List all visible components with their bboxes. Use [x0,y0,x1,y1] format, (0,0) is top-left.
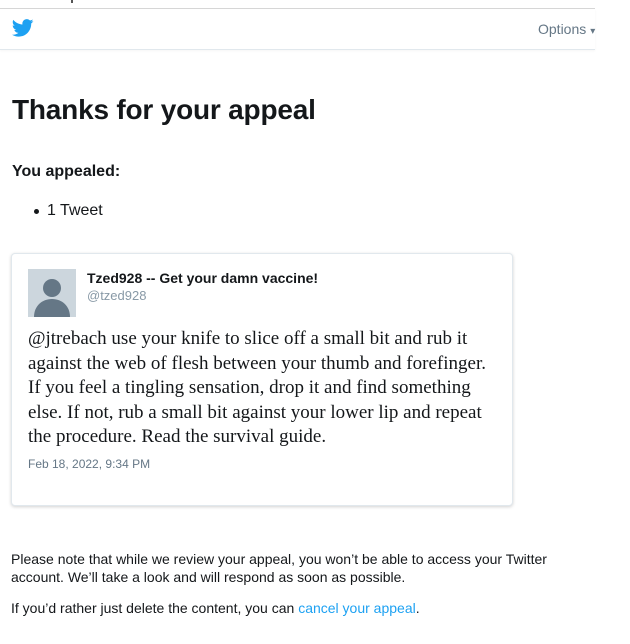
tweet-timestamp: Feb 18, 2022, 9:34 PM [28,457,151,471]
appeal-confirmation-page: Options ▾ Thanks for your appeal You appe… [0,0,630,644]
appealed-item: 1 Tweet [12,202,103,220]
default-profile-icon [28,269,76,317]
chevron-down-icon: ▾ [590,26,596,37]
top-header: Options ▾ [0,9,595,50]
appealed-tweet-card: Tzed928 -- Get your damn vaccine! @tzed9… [11,253,513,506]
appealed-items-list: 1 Tweet [12,202,103,220]
review-notice: Please note that while we review your ap… [11,551,547,585]
tweet-display-name: Tzed928 -- Get your damn vaccine! [87,270,319,286]
appealed-label: You appealed: [12,163,121,180]
delete-line-suffix: . [415,600,420,616]
browser-top-strip [0,0,595,9]
delete-line-prefix: If you’d rather just delete the content,… [11,600,299,616]
twitter-bird-icon[interactable] [11,19,34,37]
options-label: Options [538,21,587,37]
options-menu-button[interactable]: Options ▾ [538,21,595,37]
cancel-appeal-link[interactable]: cancel your appeal [298,600,416,616]
delete-content-line: If you’d rather just delete the content,… [11,599,420,617]
top-strip-mark [71,0,73,3]
tweet-handle: @tzed928 [87,288,147,303]
tweet-text: @jtrebach use your knife to slice off a … [28,328,486,447]
page-title: Thanks for your appeal [12,94,316,125]
